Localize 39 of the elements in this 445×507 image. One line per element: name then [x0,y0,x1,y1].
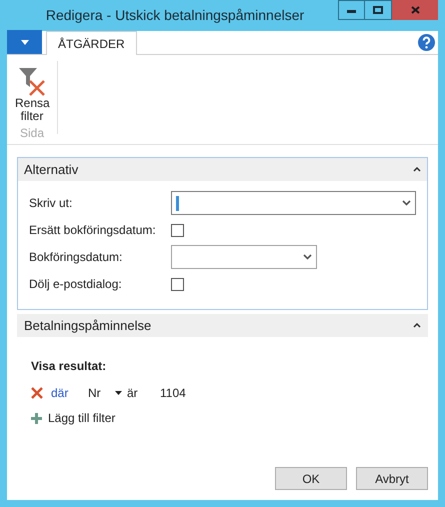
group-label: Sida [20,125,44,142]
plus-icon [31,412,42,424]
section-header[interactable]: Betalningspåminnelse [17,314,428,337]
filter-clear-icon [17,67,47,97]
ribbon-tab[interactable]: ÅTGÄRDER [46,31,137,55]
chevron-down-icon [303,254,312,260]
dialog-button[interactable]: OK [275,467,347,490]
window-title: Redigera - Utskick betalningspåminnelser [46,6,304,25]
dialog-button[interactable]: Avbryt [356,467,428,490]
checkbox[interactable] [171,224,184,236]
field-label: Bokföringsdatum: [29,249,124,266]
close-button[interactable] [392,0,438,20]
field-label: Ersätt bokföringsdatum: [29,222,157,239]
minimize-icon [347,10,356,12]
add-filter-link[interactable]: Lägg till filter [31,409,116,427]
maximize-icon [373,6,383,14]
help-icon[interactable] [418,34,435,51]
checkbox[interactable] [171,278,184,290]
remove-icon[interactable] [31,387,43,399]
dropdown-field[interactable] [171,191,416,215]
dropdown-field[interactable] [171,245,317,269]
field-selector[interactable]: Nr [88,384,122,402]
text-cursor [176,196,179,210]
caret-icon [20,40,28,44]
collapse-icon[interactable] [413,167,421,172]
minimize-button[interactable] [338,0,365,20]
chevron-down-icon [402,200,411,206]
caret-icon [115,391,122,395]
field-label: Skriv ut: [29,195,74,212]
filter-value[interactable]: 1104 [160,384,186,402]
filter-heading: Visa resultat: [31,358,108,375]
connector-link[interactable]: där [51,384,88,402]
clear-filter-button[interactable]: Rensa filter [15,67,49,123]
operator-text: är [127,385,139,402]
field-label: Dölj e-postdialog: [29,276,123,293]
close-icon [410,6,420,14]
collapse-icon[interactable] [413,323,421,328]
section-header[interactable]: Alternativ [18,158,427,181]
menu-button[interactable] [7,30,42,54]
